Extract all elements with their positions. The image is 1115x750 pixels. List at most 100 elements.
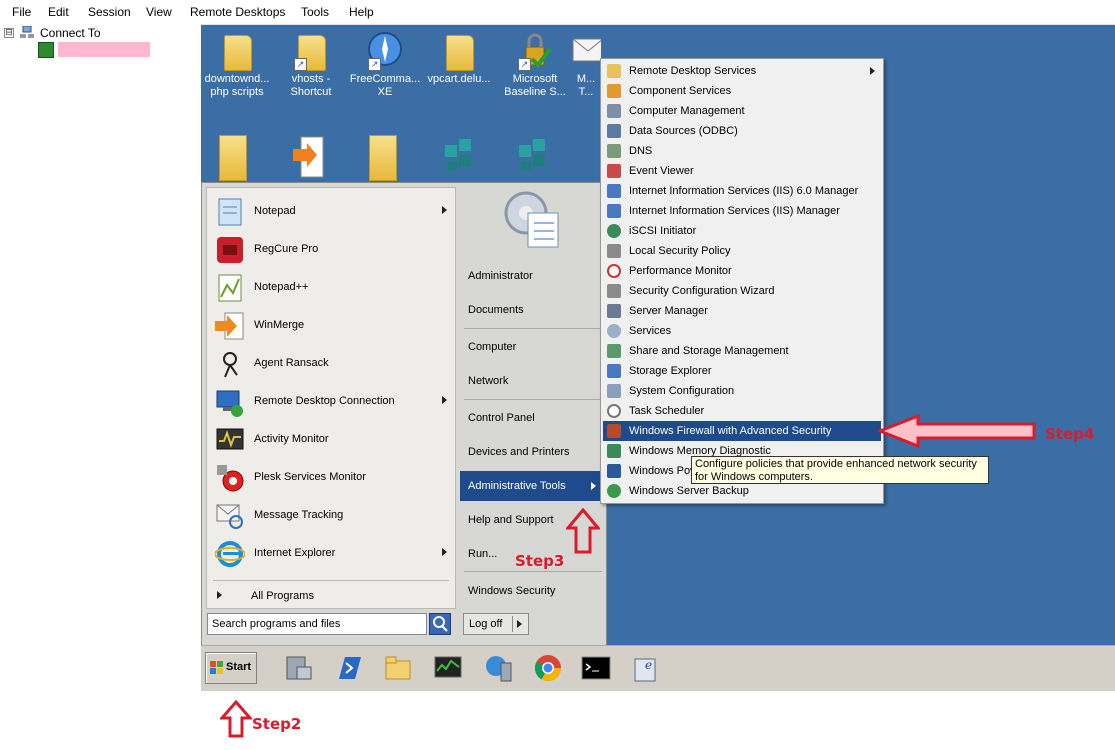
desktop-folder-row2-3[interactable] (369, 135, 397, 181)
menu-view[interactable]: View (146, 5, 172, 19)
log-off-button[interactable]: Log off (463, 613, 529, 635)
admin-windows-server-backup[interactable]: Windows Server Backup (603, 481, 881, 501)
admin-component-services[interactable]: Component Services (603, 81, 881, 101)
remote-desktop-icon (216, 390, 243, 417)
menu-file[interactable]: File (12, 5, 31, 19)
services-gear-icon (607, 324, 621, 338)
program-label: Notepad (254, 205, 296, 217)
admin-services[interactable]: Services (603, 321, 881, 341)
desktop-icon-downtownd[interactable]: downtownd... php scripts (201, 31, 273, 99)
program-activity-monitor[interactable]: Activity Monitor (211, 422, 451, 456)
places-computer[interactable]: Computer (460, 334, 602, 360)
program-winmerge[interactable]: WinMerge (211, 308, 451, 342)
places-network[interactable]: Network (460, 368, 602, 394)
log-off-divider (512, 616, 513, 632)
winmerge-icon (215, 312, 244, 340)
step3-arrow-icon (566, 508, 600, 554)
admin-iis6-manager[interactable]: Internet Information Services (IIS) 6.0 … (603, 181, 881, 201)
admin-iscsi-initiator[interactable]: iSCSI Initiator (603, 221, 881, 241)
tree-root-connect-to[interactable]: Connect To (40, 26, 101, 40)
script-editor-taskbar-icon[interactable]: e (631, 653, 661, 683)
windows-explorer-taskbar-icon[interactable] (383, 653, 413, 683)
admin-system-configuration[interactable]: System Configuration (603, 381, 881, 401)
places-label: Network (468, 375, 509, 387)
admin-windows-firewall-advanced-security[interactable]: Windows Firewall with Advanced Security (603, 421, 881, 441)
places-label: Devices and Printers (468, 446, 570, 458)
program-agent-ransack[interactable]: Agent Ransack (211, 346, 451, 380)
menu-help[interactable]: Help (349, 5, 374, 19)
places-separator (464, 328, 602, 329)
places-administrator[interactable]: Administrator (460, 263, 602, 289)
places-separator (464, 399, 602, 400)
program-internet-explorer[interactable]: Internet Explorer (211, 536, 451, 570)
admin-iis-manager[interactable]: Internet Information Services (IIS) Mana… (603, 201, 881, 221)
admin-local-security-policy[interactable]: Local Security Policy (603, 241, 881, 261)
places-administrative-tools[interactable]: Administrative Tools (460, 471, 602, 501)
shortcut-arrow-icon: ↗ (368, 58, 381, 71)
menu-edit[interactable]: Edit (48, 5, 69, 19)
command-prompt-taskbar-icon[interactable] (581, 653, 611, 683)
admin-task-scheduler[interactable]: Task Scheduler (603, 401, 881, 421)
log-off-arrow-icon[interactable] (517, 620, 522, 628)
desktop-icon-freecommander[interactable]: ↗ FreeComma... XE (349, 31, 421, 99)
places-documents[interactable]: Documents (460, 297, 602, 323)
places-windows-security[interactable]: Windows Security (460, 578, 602, 604)
menu-remote-desktops[interactable]: Remote Desktops (190, 5, 285, 19)
shortcut-arrow-icon: ↗ (518, 58, 531, 71)
desktop-icon-label: vpcart.delu... (427, 73, 491, 85)
iis-icon (607, 184, 621, 198)
admin-server-manager[interactable]: Server Manager (603, 301, 881, 321)
program-remote-desktop-connection[interactable]: Remote Desktop Connection (211, 384, 451, 418)
admin-share-storage-management[interactable]: Share and Storage Management (603, 341, 881, 361)
folder-icon (446, 35, 474, 71)
server-manager-taskbar-icon[interactable] (283, 653, 313, 683)
search-button[interactable] (429, 613, 451, 635)
admin-storage-explorer[interactable]: Storage Explorer (603, 361, 881, 381)
desktop-icon-mail[interactable]: M... T... (571, 31, 601, 99)
desktop-icon-microsoft-baseline[interactable]: ↗ Microsoft Baseline S... (499, 31, 571, 99)
start-menu-programs-pane: Notepad RegCure Pro Notepad++ WinMerge A… (206, 187, 456, 609)
menu-session[interactable]: Session (88, 5, 131, 19)
admin-remote-desktop-services[interactable]: Remote Desktop Services (603, 61, 881, 81)
admin-computer-management[interactable]: Computer Management (603, 101, 881, 121)
desktop-registry-row2-4[interactable] (441, 135, 481, 179)
network-taskbar-icon[interactable] (483, 653, 513, 683)
desktop-folder-row2-1[interactable] (219, 135, 247, 181)
storage-explorer-icon (607, 364, 621, 378)
places-devices-and-printers[interactable]: Devices and Printers (460, 439, 602, 465)
chrome-taskbar-icon[interactable] (533, 653, 563, 683)
powershell-icon (607, 464, 621, 478)
program-label: WinMerge (254, 319, 305, 331)
computer-management-icon (607, 104, 621, 118)
powershell-taskbar-icon[interactable] (333, 653, 363, 683)
places-label: Administrative Tools (468, 480, 566, 492)
start-menu: Notepad RegCure Pro Notepad++ WinMerge A… (201, 182, 607, 647)
program-notepad[interactable]: Notepad (211, 194, 451, 228)
submenu-arrow-icon (442, 396, 447, 404)
performance-taskbar-icon[interactable] (433, 653, 463, 683)
desktop-icon-vhosts[interactable]: ↗ vhosts - Shortcut (275, 31, 347, 99)
program-plesk-services-monitor[interactable]: Plesk Services Monitor (211, 460, 451, 494)
all-programs[interactable]: All Programs (211, 586, 451, 606)
program-notepadplusplus[interactable]: Notepad++ (211, 270, 451, 304)
admin-dns[interactable]: DNS (603, 141, 881, 161)
redacted-server-name[interactable] (58, 42, 150, 57)
component-services-icon (607, 84, 621, 98)
menu-tools[interactable]: Tools (301, 5, 329, 19)
places-control-panel[interactable]: Control Panel (460, 405, 602, 431)
admin-tool-label: Event Viewer (629, 165, 694, 177)
program-regcure-pro[interactable]: RegCure Pro (211, 232, 451, 266)
desktop-icon-label: downtownd... php scripts (204, 73, 270, 98)
start-search-input[interactable]: Search programs and files (207, 613, 427, 635)
desktop-icon-vpcart[interactable]: vpcart.delu... (423, 31, 495, 86)
desktop-file-row2-2[interactable] (293, 135, 327, 179)
admin-data-sources-odbc[interactable]: Data Sources (ODBC) (603, 121, 881, 141)
admin-security-configuration-wizard[interactable]: Security Configuration Wizard (603, 281, 881, 301)
admin-performance-monitor[interactable]: Performance Monitor (603, 261, 881, 281)
desktop-registry-row2-5[interactable] (515, 135, 555, 179)
program-message-tracking[interactable]: Message Tracking (211, 498, 451, 532)
start-button[interactable]: Start (205, 652, 257, 684)
envelope-icon (572, 38, 601, 62)
admin-event-viewer[interactable]: Event Viewer (603, 161, 881, 181)
collapse-toggle[interactable]: ⊟ (4, 28, 14, 38)
